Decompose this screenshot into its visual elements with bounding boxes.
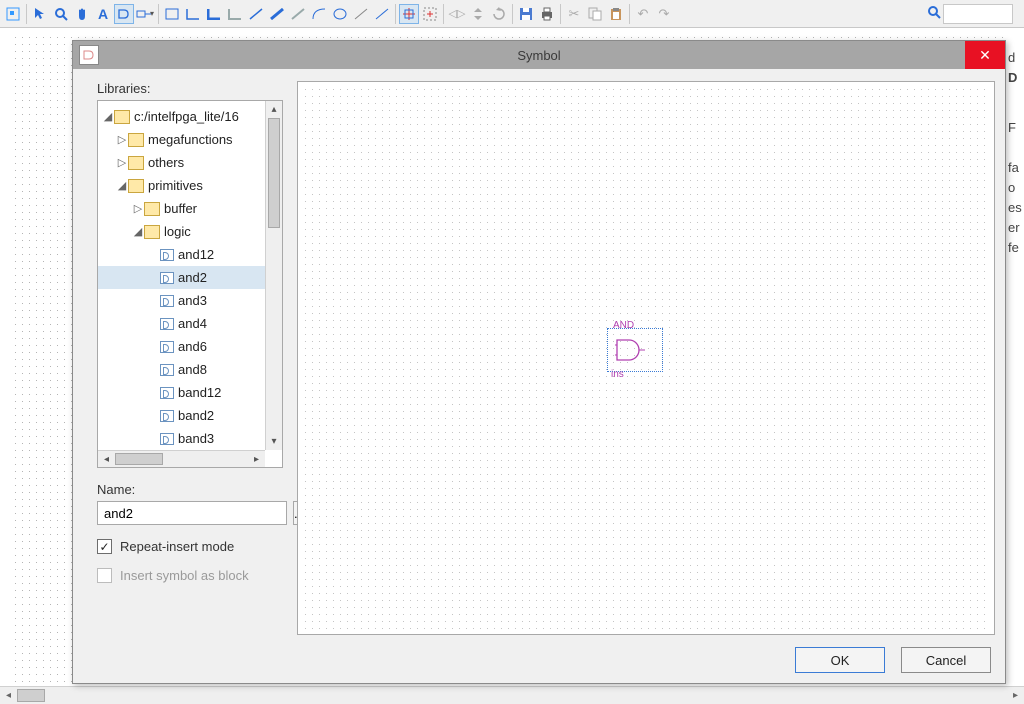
redo-icon[interactable]: ↷: [654, 4, 674, 24]
insert-block-row: Insert symbol as block: [97, 568, 283, 583]
rect-icon[interactable]: [162, 4, 182, 24]
cancel-button[interactable]: Cancel: [901, 647, 991, 673]
symbol-label: AND: [613, 320, 634, 331]
search-input[interactable]: [943, 4, 1013, 24]
tree-folder[interactable]: ◢primitives: [98, 174, 265, 197]
dialog-titlebar[interactable]: Symbol ✕: [73, 41, 1005, 69]
rotate-icon[interactable]: [489, 4, 509, 24]
library-tree: ◢c:/intelfpga_lite/16 ▷megafunctions ▷ot…: [97, 100, 283, 468]
print-icon[interactable]: [537, 4, 557, 24]
orth-bus-icon[interactable]: [204, 4, 224, 24]
diag-conduit-icon[interactable]: [288, 4, 308, 24]
name-input[interactable]: [97, 501, 287, 525]
tree-folder[interactable]: ▷others: [98, 151, 265, 174]
oval-icon[interactable]: [330, 4, 350, 24]
tree-folder[interactable]: ▷buffer: [98, 197, 265, 220]
repeat-insert-checkbox[interactable]: [97, 539, 112, 554]
insert-block-label: Insert symbol as block: [120, 568, 249, 583]
tree-leaf-selected[interactable]: and2: [98, 266, 265, 289]
search-box: [927, 4, 1021, 24]
and-gate-icon: [615, 338, 645, 362]
flip-v-icon[interactable]: [468, 4, 488, 24]
repeat-insert-label: Repeat-insert mode: [120, 539, 234, 554]
libraries-label: Libraries:: [97, 81, 283, 96]
dialog-title: Symbol: [73, 48, 1005, 63]
symbol-instance: ins: [611, 369, 624, 380]
symbol-dialog: Symbol ✕ Libraries: ◢c:/intelfpga_lite/1…: [72, 40, 1006, 684]
tree-folder[interactable]: ▷megafunctions: [98, 128, 265, 151]
text-icon[interactable]: A: [93, 4, 113, 24]
rubberband-icon[interactable]: [399, 4, 419, 24]
line-icon[interactable]: [351, 4, 371, 24]
zoom-icon[interactable]: [51, 4, 71, 24]
tree-leaf[interactable]: and12: [98, 243, 265, 266]
arc-icon[interactable]: [309, 4, 329, 24]
partial-select-icon[interactable]: [420, 4, 440, 24]
orth-node-icon[interactable]: [183, 4, 203, 24]
tree-leaf[interactable]: and6: [98, 335, 265, 358]
symbol-tool-icon[interactable]: [114, 4, 134, 24]
undo-icon[interactable]: ↶: [633, 4, 653, 24]
line2-icon[interactable]: [372, 4, 392, 24]
tree-hscroll[interactable]: ◂▸: [98, 450, 265, 467]
repeat-insert-row[interactable]: Repeat-insert mode: [97, 539, 283, 554]
canvas-hscroll[interactable]: ◂▸: [0, 686, 1024, 704]
diag-node-icon[interactable]: [246, 4, 266, 24]
ok-button[interactable]: OK: [795, 647, 885, 673]
pin-tool-icon[interactable]: ▾: [135, 4, 155, 24]
hand-icon[interactable]: [72, 4, 92, 24]
save-icon[interactable]: [516, 4, 536, 24]
conduit-icon[interactable]: [225, 4, 245, 24]
tree-leaf[interactable]: and8: [98, 358, 265, 381]
tree-leaf[interactable]: and4: [98, 312, 265, 335]
tree-vscroll[interactable]: ▴▾: [265, 101, 282, 450]
insert-block-checkbox: [97, 568, 112, 583]
flip-h-icon[interactable]: ◁▷: [447, 4, 467, 24]
pointer-icon[interactable]: [30, 4, 50, 24]
and2-symbol[interactable]: AND ins: [611, 332, 659, 368]
tree-root[interactable]: ◢c:/intelfpga_lite/16: [98, 105, 265, 128]
tool-find-icon[interactable]: [3, 4, 23, 24]
main-toolbar: A ▾ ◁▷ ✂ ↶ ↷: [0, 0, 1024, 28]
name-label: Name:: [97, 482, 283, 497]
tree-folder[interactable]: ◢logic: [98, 220, 265, 243]
close-button[interactable]: ✕: [965, 41, 1005, 69]
tree-leaf[interactable]: band3: [98, 427, 265, 450]
left-column: Libraries: ◢c:/intelfpga_lite/16 ▷megafu…: [97, 81, 283, 635]
diag-bus-icon[interactable]: [267, 4, 287, 24]
right-panel-clip: d D F fa o es er fe: [1006, 28, 1024, 686]
paste-icon[interactable]: [606, 4, 626, 24]
copy-icon[interactable]: [585, 4, 605, 24]
search-icon: [927, 5, 941, 22]
symbol-preview[interactable]: AND ins: [297, 81, 995, 635]
tree-leaf[interactable]: and3: [98, 289, 265, 312]
tree-leaf[interactable]: band2: [98, 404, 265, 427]
tree-leaf[interactable]: band12: [98, 381, 265, 404]
cut-icon[interactable]: ✂: [564, 4, 584, 24]
